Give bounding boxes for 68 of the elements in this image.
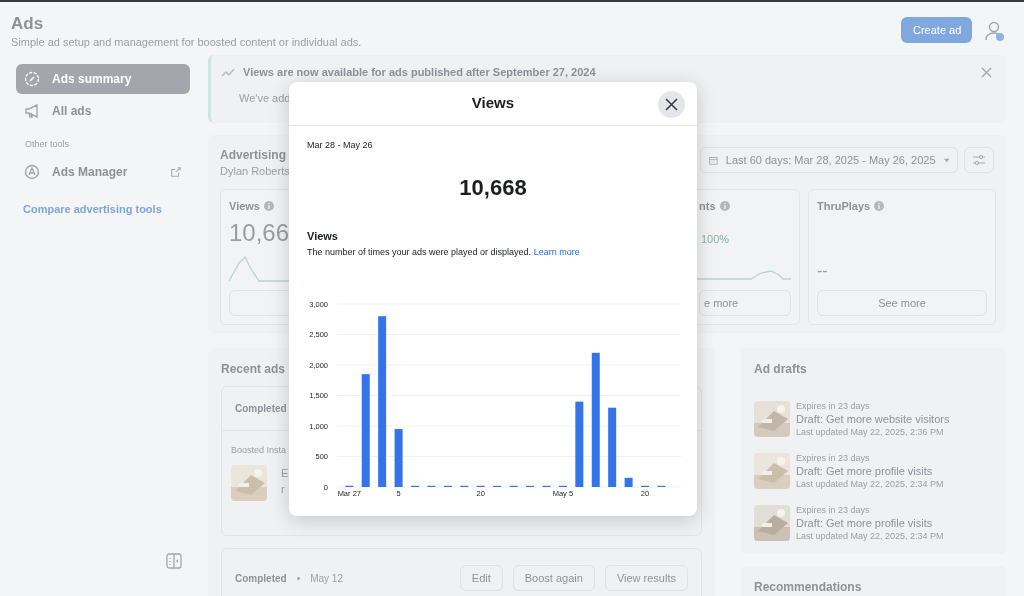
circled-letter-icon bbox=[24, 163, 40, 180]
bar[interactable] bbox=[378, 315, 387, 487]
draft-title[interactable]: Draft: Get more profile visits bbox=[796, 516, 933, 530]
sidebar-item[interactable]: Ads summary bbox=[16, 64, 190, 94]
ad-action-button[interactable]: Boost again bbox=[512, 565, 595, 591]
ad-detail: r bbox=[281, 482, 285, 497]
section-title: Views bbox=[307, 228, 338, 244]
megaphone-icon bbox=[24, 103, 40, 119]
page-subtitle: Simple ad setup and management for boosted content or individual ads. bbox=[11, 35, 362, 50]
section-title: Recommendations bbox=[754, 579, 862, 596]
bar[interactable] bbox=[394, 428, 403, 487]
bar[interactable] bbox=[608, 407, 617, 487]
draft-expiry: Expires in 23 days bbox=[796, 451, 870, 465]
description-text: The number of times your ads were played or displayed. Learn more bbox=[307, 246, 580, 259]
sidebar-item[interactable]: All ads bbox=[16, 96, 190, 126]
close-icon[interactable] bbox=[981, 67, 992, 78]
metric-label: ThruPlays bbox=[817, 199, 871, 214]
ad-date: May 12 bbox=[310, 571, 343, 586]
sidebar-item[interactable]: Ads Manager bbox=[16, 157, 190, 186]
see-more-button[interactable]: e more bbox=[699, 290, 791, 316]
bar[interactable] bbox=[591, 352, 600, 487]
total-views: 10,668 bbox=[459, 173, 527, 202]
modal-title: Views bbox=[471, 93, 515, 114]
bar[interactable] bbox=[575, 401, 584, 487]
profile-avatar-icon[interactable] bbox=[984, 19, 1005, 41]
see-more-button[interactable]: See more bbox=[817, 290, 987, 316]
section-label: Other tools bbox=[24, 138, 71, 151]
page-title: Ads bbox=[11, 14, 44, 34]
metric-value: -- bbox=[817, 260, 828, 281]
ad-action-button[interactable]: Edit bbox=[459, 565, 503, 591]
banner-title: Views are now available for ads published after September 27, 2024 bbox=[243, 65, 596, 80]
close-icon bbox=[665, 98, 678, 111]
section-title: Advertising bbox=[220, 147, 286, 163]
draft-title[interactable]: Draft: Get more website visitors bbox=[796, 412, 950, 426]
draft-updated: Last updated May 22, 2025, 2:36 PM bbox=[796, 425, 944, 439]
metric-value: 10,66 bbox=[229, 218, 290, 247]
draft-updated: Last updated May 22, 2025, 2:34 PM bbox=[796, 477, 944, 491]
caret-icon bbox=[943, 157, 949, 163]
create-ad-button[interactable]: Create ad bbox=[901, 17, 972, 43]
info-icon bbox=[719, 201, 730, 212]
close-button[interactable] bbox=[658, 91, 685, 118]
metric-label: nts bbox=[699, 199, 716, 214]
ad-type-label: Boosted Insta bbox=[230, 444, 288, 457]
metric-change: 100% bbox=[701, 231, 730, 247]
gauge-icon bbox=[24, 71, 40, 87]
date-range-dropdown[interactable]: Last 60 days: Mar 28, 2025 - May 26, 2025 bbox=[700, 147, 958, 173]
ad-title: E bbox=[281, 465, 289, 481]
bar[interactable] bbox=[624, 477, 633, 487]
separator-dot: • bbox=[296, 571, 301, 586]
draft-expiry: Expires in 23 days bbox=[796, 399, 870, 413]
date-range-label: Mar 28 - May 26 bbox=[307, 139, 373, 152]
draft-updated: Last updated May 22, 2025, 2:34 PM bbox=[796, 529, 944, 543]
draft-expiry: Expires in 23 days bbox=[796, 503, 870, 517]
info-icon bbox=[874, 201, 885, 212]
metric-label: Views bbox=[229, 199, 260, 214]
ad-action-button[interactable]: View results bbox=[604, 565, 688, 591]
status-label: Completed bbox=[235, 402, 287, 416]
section-title: Ad drafts bbox=[754, 361, 807, 378]
info-icon bbox=[264, 201, 274, 212]
section-title: Recent ads bbox=[221, 361, 286, 374]
compare-link[interactable]: Compare advertising tools bbox=[16, 200, 169, 217]
bar[interactable] bbox=[361, 373, 370, 487]
sliders-icon bbox=[972, 153, 986, 167]
account-name: Dylan Roberts bbox=[220, 164, 290, 179]
status-label: Completed bbox=[235, 571, 287, 586]
sidebar-toggle-icon[interactable] bbox=[166, 553, 182, 569]
draft-title[interactable]: Draft: Get more profile visits bbox=[796, 464, 933, 478]
learn-more-link[interactable]: Learn more bbox=[533, 247, 580, 257]
